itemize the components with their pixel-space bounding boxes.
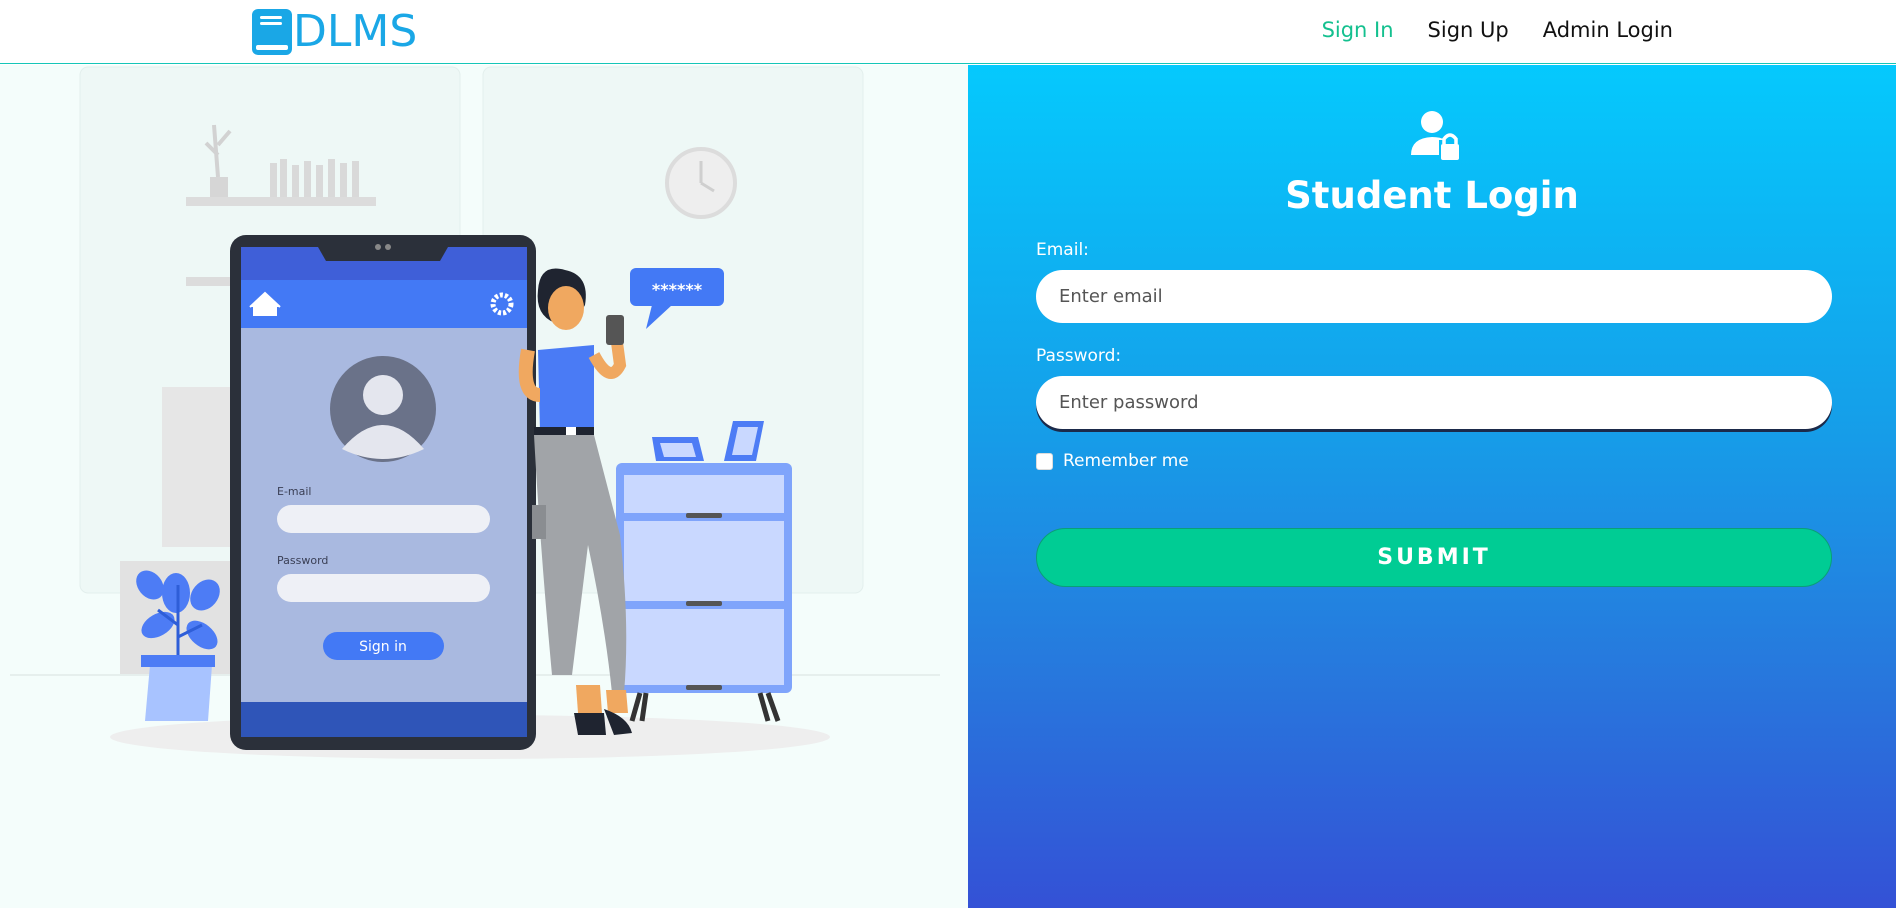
- book-icon: [252, 9, 292, 55]
- email-label: Email:: [1036, 240, 1089, 260]
- nav-sign-up[interactable]: Sign Up: [1428, 16, 1509, 44]
- login-panel: Student Login Email: Password: Remember …: [968, 65, 1896, 908]
- email-field[interactable]: [1036, 270, 1832, 323]
- remember-me: Remember me: [1036, 450, 1189, 472]
- navbar: DLMS Sign In Sign Up Admin Login: [0, 0, 1896, 64]
- remember-label: Remember me: [1063, 451, 1189, 471]
- brand-name: DLMS: [293, 6, 418, 57]
- illustration-graphic: E-mail Password Sign in ******: [10, 66, 940, 759]
- password-bubble-text: ******: [652, 280, 703, 299]
- top-nav: Sign In Sign Up Admin Login: [1322, 16, 1673, 44]
- submit-button[interactable]: SUBMIT: [1036, 528, 1832, 587]
- remember-checkbox[interactable]: [1036, 452, 1053, 470]
- brand-logo[interactable]: DLMS: [252, 8, 417, 56]
- login-title: Student Login: [1285, 174, 1579, 217]
- password-field[interactable]: [1036, 376, 1832, 429]
- login-illustration: E-mail Password Sign in ******: [0, 65, 968, 908]
- password-label: Password:: [1036, 346, 1122, 366]
- phone-password-label: Password: [277, 554, 328, 567]
- phone-sign-in-label: Sign in: [359, 639, 407, 655]
- phone-email-label: E-mail: [277, 485, 312, 498]
- nav-sign-in[interactable]: Sign In: [1322, 16, 1394, 44]
- nav-admin-login[interactable]: Admin Login: [1543, 16, 1673, 44]
- user-lock-icon: [1411, 111, 1459, 160]
